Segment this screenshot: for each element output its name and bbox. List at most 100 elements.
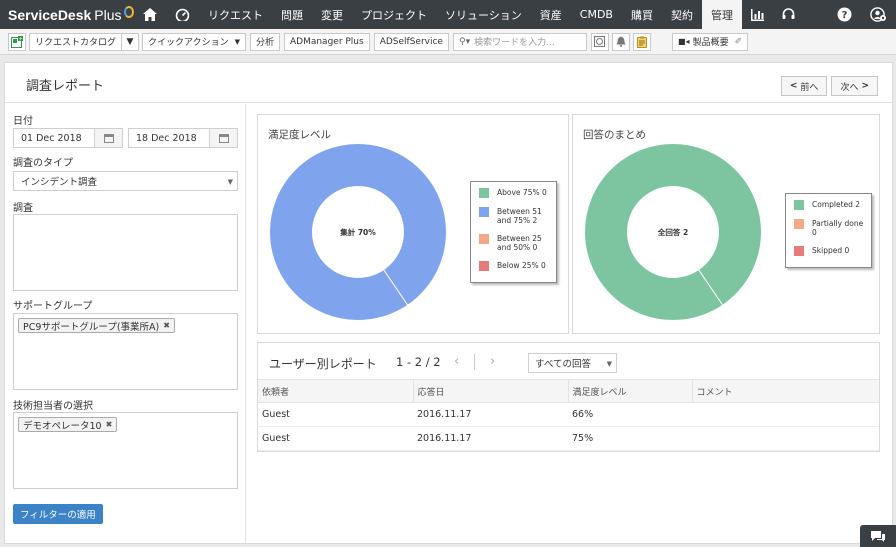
top-nav-bar: ServiceDesk Plus リクエスト 問題 変更 プロジェクト ソリュー…	[0, 0, 896, 29]
date-from-input[interactable]: 01 Dec 2018	[13, 128, 95, 148]
clipboard-icon[interactable]	[632, 32, 651, 51]
nav-changes[interactable]: 変更	[312, 0, 352, 29]
legend-item[interactable]: Completed 2	[794, 200, 865, 210]
nav-requests[interactable]: リクエスト	[199, 0, 272, 29]
column-requester[interactable]: 依頼者	[258, 379, 414, 403]
admanager-button[interactable]: ADManager Plus	[283, 32, 370, 51]
table-row[interactable]: Guest 2016.11.17 66%	[258, 402, 879, 427]
nav-solutions[interactable]: ソリューション	[436, 0, 531, 29]
nav-contracts[interactable]: 契約	[662, 0, 702, 29]
nav-assets[interactable]: 資産	[531, 0, 571, 29]
help-icon[interactable]: ?	[828, 0, 861, 29]
legend-swatch	[794, 219, 804, 229]
response-summary-legend: Completed 2 Partially done 0 Skipped 0	[785, 193, 872, 268]
chevron-down-icon: ▼	[227, 178, 233, 186]
panel-header: 調査レポート < 前へ 次へ >	[5, 63, 892, 103]
catalog-dropdown-icon[interactable]: ▼	[121, 32, 140, 51]
support-group-tag-label: PC9サポートグループ(事業所A)	[23, 321, 160, 333]
technician-tag[interactable]: デモオペレータ10 ✖	[18, 417, 118, 432]
logo-swirl-icon	[123, 5, 134, 18]
brand-name: ServiceDesk	[8, 6, 92, 23]
pager: < 前へ 次へ >	[777, 76, 878, 96]
toolbar: + リクエストカタログ ▼ クイックアクション ▼ 分析 ADManager P…	[0, 29, 896, 55]
svg-text:?: ?	[842, 10, 848, 21]
support-group-tag[interactable]: PC9サポートグループ(事業所A) ✖	[18, 318, 175, 333]
adselfservice-button[interactable]: ADSelfService	[373, 32, 449, 51]
chevron-right-icon[interactable]: ›	[490, 354, 495, 369]
apply-filter-button[interactable]: フィルターの適用	[13, 504, 103, 524]
legend-item[interactable]: Partially done 0	[794, 219, 865, 237]
legend-item[interactable]: Between 51 and 75% 2	[479, 207, 550, 225]
cell-satisfaction: 75%	[568, 426, 692, 451]
analysis-button[interactable]: 分析	[249, 32, 280, 51]
product-overview-button[interactable]: ■◂ 製品概要 ✐	[671, 32, 749, 51]
new-request-icon[interactable]: +	[8, 32, 26, 51]
user-report-section: ユーザー別レポート 1 - 2 / 2 ‹ › すべての回答 ▼ 依頼者 応答日…	[257, 342, 880, 452]
date-from-calendar-icon[interactable]	[95, 128, 123, 148]
nav-cmdb[interactable]: CMDB	[571, 0, 622, 29]
survey-select-box[interactable]	[13, 214, 238, 291]
adselfservice-label: ADSelfService	[379, 36, 443, 47]
nav-projects[interactable]: プロジェクト	[352, 0, 436, 29]
next-button[interactable]: 次へ >	[831, 76, 878, 96]
date-to-calendar-icon[interactable]	[210, 128, 238, 148]
technician-select-box[interactable]: デモオペレータ10 ✖	[13, 412, 238, 489]
table-row[interactable]: Guest 2016.11.17 75%	[258, 426, 879, 451]
column-comment[interactable]: コメント	[692, 379, 879, 403]
headset-icon[interactable]	[773, 0, 804, 29]
search-icon: ⚲▾	[458, 36, 471, 47]
legend-swatch	[479, 188, 489, 198]
chevron-left-icon[interactable]: ‹	[454, 354, 459, 369]
column-satisfaction[interactable]: 満足度レベル	[568, 379, 693, 403]
date-to-input[interactable]: 18 Dec 2018	[128, 128, 210, 148]
cell-comment	[692, 426, 879, 451]
chevron-left-icon: <	[789, 81, 798, 91]
notification-bell-icon[interactable]	[611, 32, 630, 51]
support-group-select-box[interactable]: PC9サポートグループ(事業所A) ✖	[13, 313, 238, 390]
search-input[interactable]: ⚲▾ 検索ワードを入力...	[452, 32, 587, 51]
legend-swatch	[794, 200, 804, 210]
video-camera-icon: ■◂	[677, 37, 690, 46]
servicedesk-logo[interactable]: ServiceDesk Plus	[0, 0, 134, 29]
survey-type-select[interactable]: インシデント調査 ▼	[13, 171, 238, 191]
dashboard-gauge-icon[interactable]	[166, 0, 199, 29]
remove-tag-icon[interactable]: ✖	[106, 420, 113, 429]
nav-problems[interactable]: 問題	[272, 0, 312, 29]
date-label: 日付	[13, 116, 33, 127]
legend-label: Between 51 and 75% 2	[497, 207, 542, 225]
technician-label: 技術担当者の選択	[13, 401, 93, 412]
request-catalog-button[interactable]: リクエストカタログ	[29, 32, 123, 51]
legend-swatch	[479, 261, 489, 271]
pin-icon: ✐	[734, 36, 743, 47]
legend-item[interactable]: Below 25% 0	[479, 261, 550, 271]
response-filter-value: すべての回答	[535, 359, 591, 370]
survey-type-label: 調査のタイプ	[13, 158, 73, 169]
survey-report-panel: 調査レポート < 前へ 次へ > 日付 01 Dec 2018 18 Dec 2…	[4, 62, 893, 544]
page-title: 調査レポート	[26, 79, 105, 94]
nav-purchase[interactable]: 購買	[622, 0, 662, 29]
history-icon[interactable]	[590, 32, 609, 51]
response-filter-select[interactable]: すべての回答 ▼	[528, 353, 617, 373]
cell-satisfaction: 66%	[568, 402, 692, 427]
nav-admin[interactable]: 管理	[701, 0, 742, 29]
column-response-date[interactable]: 応答日	[413, 379, 569, 403]
user-report-range: 1 - 2 / 2	[396, 355, 441, 369]
svg-text:+: +	[18, 36, 22, 42]
remove-tag-icon[interactable]: ✖	[163, 321, 170, 330]
cell-response-date: 2016.11.17	[413, 426, 568, 451]
prev-button[interactable]: < 前へ	[780, 76, 828, 96]
chevron-down-icon: ▼	[606, 360, 612, 368]
reports-chart-icon[interactable]	[742, 0, 773, 29]
table-header-row: 依頼者 応答日 満足度レベル コメント	[258, 379, 879, 403]
quick-action-button[interactable]: クイックアクション ▼	[142, 32, 246, 51]
analysis-label: 分析	[255, 38, 274, 48]
home-icon[interactable]	[134, 0, 166, 29]
legend-item[interactable]: Skipped 0	[794, 246, 865, 256]
user-profile-icon[interactable]	[861, 0, 896, 29]
legend-item[interactable]: Between 25 and 50% 0	[479, 234, 550, 252]
legend-label: Completed 2	[812, 200, 861, 209]
response-summary-chart-box: 回答のまとめ 全回答 2 Completed 2 Partially done 0…	[572, 114, 880, 334]
satisfaction-chart-box: 満足度レベル 集計 70% Above 75% 0 Between 51 and …	[257, 114, 569, 334]
chat-icon[interactable]	[860, 525, 896, 547]
legend-item[interactable]: Above 75% 0	[479, 188, 550, 198]
